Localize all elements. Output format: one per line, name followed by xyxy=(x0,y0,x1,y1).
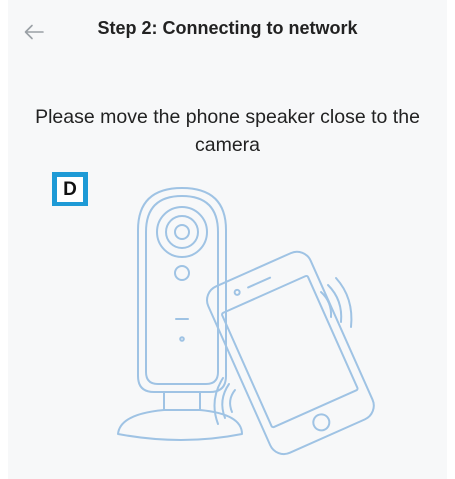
phone-icon xyxy=(206,250,375,456)
header: Step 2: Connecting to network xyxy=(8,0,447,62)
step-badge: D xyxy=(52,172,88,206)
app-screen: Step 2: Connecting to network Please mov… xyxy=(8,0,447,479)
instruction-text: Please move the phone speaker close to t… xyxy=(35,106,420,156)
step-badge-label: D xyxy=(57,176,83,202)
arrow-left-icon xyxy=(24,24,44,40)
camera-icon xyxy=(117,187,243,441)
page-title: Step 2: Connecting to network xyxy=(97,18,358,38)
pairing-illustration xyxy=(117,187,375,456)
back-button[interactable] xyxy=(20,18,48,46)
